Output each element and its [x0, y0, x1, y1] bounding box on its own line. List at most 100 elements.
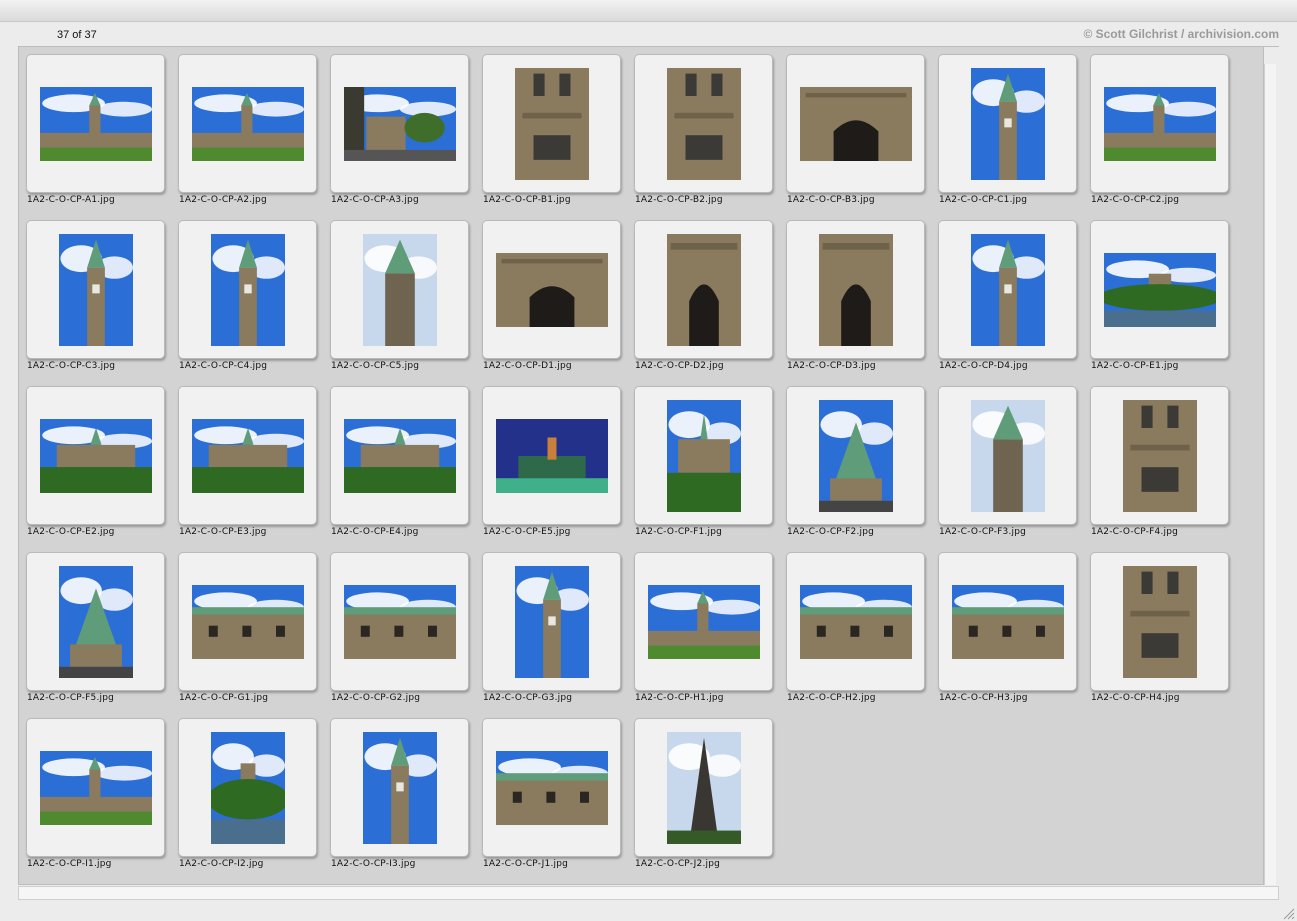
thumbnail-cell[interactable]: 1A2-C-O-CP-E3.jpg	[171, 379, 323, 539]
thumbnail-cell[interactable]: 1A2-C-O-CP-J1.jpg	[475, 711, 627, 871]
thumbnail-cell[interactable]: 1A2-C-O-CP-G1.jpg	[171, 545, 323, 705]
thumbnail-image[interactable]	[39, 86, 152, 161]
thumbnail-cell[interactable]: 1A2-C-O-CP-H3.jpg	[931, 545, 1083, 705]
thumbnail-cell[interactable]: 1A2-C-O-CP-F3.jpg	[931, 379, 1083, 539]
thumbnail-cell[interactable]: 1A2-C-O-CP-F2.jpg	[779, 379, 931, 539]
horizontal-scrollbar[interactable]	[18, 886, 1279, 900]
thumbnail-image[interactable]	[1103, 86, 1216, 161]
thumbnail-image[interactable]	[666, 399, 741, 512]
thumbnail-card[interactable]	[1090, 220, 1229, 359]
vertical-scrollbar[interactable]	[1264, 64, 1276, 885]
thumbnail-image[interactable]	[58, 233, 133, 346]
thumbnail-card[interactable]	[786, 386, 925, 525]
thumbnail-image[interactable]	[647, 584, 760, 659]
thumbnail-cell[interactable]: 1A2-C-O-CP-J2.jpg	[627, 711, 779, 871]
thumbnail-card[interactable]	[330, 386, 469, 525]
thumbnail-card[interactable]	[26, 386, 165, 525]
thumbnail-card[interactable]	[938, 220, 1077, 359]
thumbnail-image[interactable]	[495, 750, 608, 825]
thumbnail-image[interactable]	[58, 565, 133, 678]
thumbnail-cell[interactable]: 1A2-C-O-CP-E2.jpg	[19, 379, 171, 539]
thumbnail-image[interactable]	[666, 731, 741, 844]
thumbnail-cell[interactable]: 1A2-C-O-CP-F4.jpg	[1083, 379, 1235, 539]
thumbnail-cell[interactable]: 1A2-C-O-CP-A2.jpg	[171, 47, 323, 207]
thumbnail-card[interactable]	[482, 220, 621, 359]
thumbnail-image[interactable]	[970, 233, 1045, 346]
thumbnail-card[interactable]	[786, 220, 925, 359]
thumbnail-card[interactable]	[938, 552, 1077, 691]
thumbnail-cell[interactable]: 1A2-C-O-CP-C1.jpg	[931, 47, 1083, 207]
thumbnail-image[interactable]	[495, 418, 608, 493]
thumbnail-card[interactable]	[26, 552, 165, 691]
thumbnail-image[interactable]	[343, 418, 456, 493]
thumbnail-card[interactable]	[786, 54, 925, 193]
thumbnail-cell[interactable]: 1A2-C-O-CP-D3.jpg	[779, 213, 931, 373]
thumbnail-cell[interactable]: 1A2-C-O-CP-B1.jpg	[475, 47, 627, 207]
thumbnail-image[interactable]	[191, 584, 304, 659]
thumbnail-image[interactable]	[514, 67, 589, 180]
thumbnail-image[interactable]	[362, 731, 437, 844]
thumbnail-cell[interactable]: 1A2-C-O-CP-I1.jpg	[19, 711, 171, 871]
thumbnail-cell[interactable]: 1A2-C-O-CP-E1.jpg	[1083, 213, 1235, 373]
thumbnail-cell[interactable]: 1A2-C-O-CP-D1.jpg	[475, 213, 627, 373]
thumbnail-image[interactable]	[799, 584, 912, 659]
thumbnail-card[interactable]	[178, 54, 317, 193]
thumbnail-card[interactable]	[330, 54, 469, 193]
thumbnail-image[interactable]	[39, 750, 152, 825]
thumbnail-cell[interactable]: 1A2-C-O-CP-C2.jpg	[1083, 47, 1235, 207]
thumbnail-image[interactable]	[799, 86, 912, 161]
thumbnail-card[interactable]	[330, 718, 469, 857]
thumbnail-cell[interactable]: 1A2-C-O-CP-G3.jpg	[475, 545, 627, 705]
thumbnail-card[interactable]	[634, 220, 773, 359]
thumbnail-cell[interactable]: 1A2-C-O-CP-H4.jpg	[1083, 545, 1235, 705]
thumbnail-cell[interactable]: 1A2-C-O-CP-E5.jpg	[475, 379, 627, 539]
thumbnail-card[interactable]	[26, 220, 165, 359]
resize-grip-icon[interactable]	[1281, 905, 1295, 920]
thumbnail-cell[interactable]: 1A2-C-O-CP-E4.jpg	[323, 379, 475, 539]
thumbnail-image[interactable]	[191, 418, 304, 493]
thumbnail-image[interactable]	[191, 86, 304, 161]
thumbnail-image[interactable]	[666, 67, 741, 180]
thumbnail-card[interactable]	[938, 386, 1077, 525]
thumbnail-card[interactable]	[26, 54, 165, 193]
thumbnail-card[interactable]	[482, 718, 621, 857]
thumbnail-cell[interactable]: 1A2-C-O-CP-A1.jpg	[19, 47, 171, 207]
thumbnail-image[interactable]	[666, 233, 741, 346]
thumbnail-cell[interactable]: 1A2-C-O-CP-C3.jpg	[19, 213, 171, 373]
thumbnail-image[interactable]	[970, 67, 1045, 180]
thumbnail-card[interactable]	[1090, 552, 1229, 691]
thumbnail-cell[interactable]: 1A2-C-O-CP-I2.jpg	[171, 711, 323, 871]
thumbnail-image[interactable]	[210, 233, 285, 346]
thumbnail-image[interactable]	[970, 399, 1045, 512]
thumbnail-cell[interactable]: 1A2-C-O-CP-H2.jpg	[779, 545, 931, 705]
thumbnail-cell[interactable]: 1A2-C-O-CP-A3.jpg	[323, 47, 475, 207]
thumbnail-card[interactable]	[178, 552, 317, 691]
thumbnail-card[interactable]	[1090, 54, 1229, 193]
thumbnail-card[interactable]	[1090, 386, 1229, 525]
thumbnail-cell[interactable]: 1A2-C-O-CP-I3.jpg	[323, 711, 475, 871]
thumbnail-cell[interactable]: 1A2-C-O-CP-H1.jpg	[627, 545, 779, 705]
thumbnail-image[interactable]	[210, 731, 285, 844]
thumbnail-cell[interactable]: 1A2-C-O-CP-F5.jpg	[19, 545, 171, 705]
thumbnail-card[interactable]	[482, 552, 621, 691]
thumbnail-card[interactable]	[634, 54, 773, 193]
thumbnail-card[interactable]	[634, 386, 773, 525]
thumbnail-image[interactable]	[951, 584, 1064, 659]
thumbnail-image[interactable]	[1103, 252, 1216, 327]
thumbnail-card[interactable]	[178, 220, 317, 359]
thumbnail-cell[interactable]: 1A2-C-O-CP-G2.jpg	[323, 545, 475, 705]
thumbnail-card[interactable]	[938, 54, 1077, 193]
thumbnail-cell[interactable]: 1A2-C-O-CP-B3.jpg	[779, 47, 931, 207]
thumbnail-card[interactable]	[178, 386, 317, 525]
thumbnail-cell[interactable]: 1A2-C-O-CP-F1.jpg	[627, 379, 779, 539]
thumbnail-cell[interactable]: 1A2-C-O-CP-D4.jpg	[931, 213, 1083, 373]
thumbnail-image[interactable]	[343, 584, 456, 659]
thumbnail-image[interactable]	[818, 399, 893, 512]
thumbnail-card[interactable]	[786, 552, 925, 691]
thumbnail-card[interactable]	[634, 718, 773, 857]
thumbnail-image[interactable]	[39, 418, 152, 493]
thumbnail-card[interactable]	[482, 54, 621, 193]
thumbnail-image[interactable]	[818, 233, 893, 346]
thumbnail-card[interactable]	[26, 718, 165, 857]
thumbnail-cell[interactable]: 1A2-C-O-CP-C5.jpg	[323, 213, 475, 373]
